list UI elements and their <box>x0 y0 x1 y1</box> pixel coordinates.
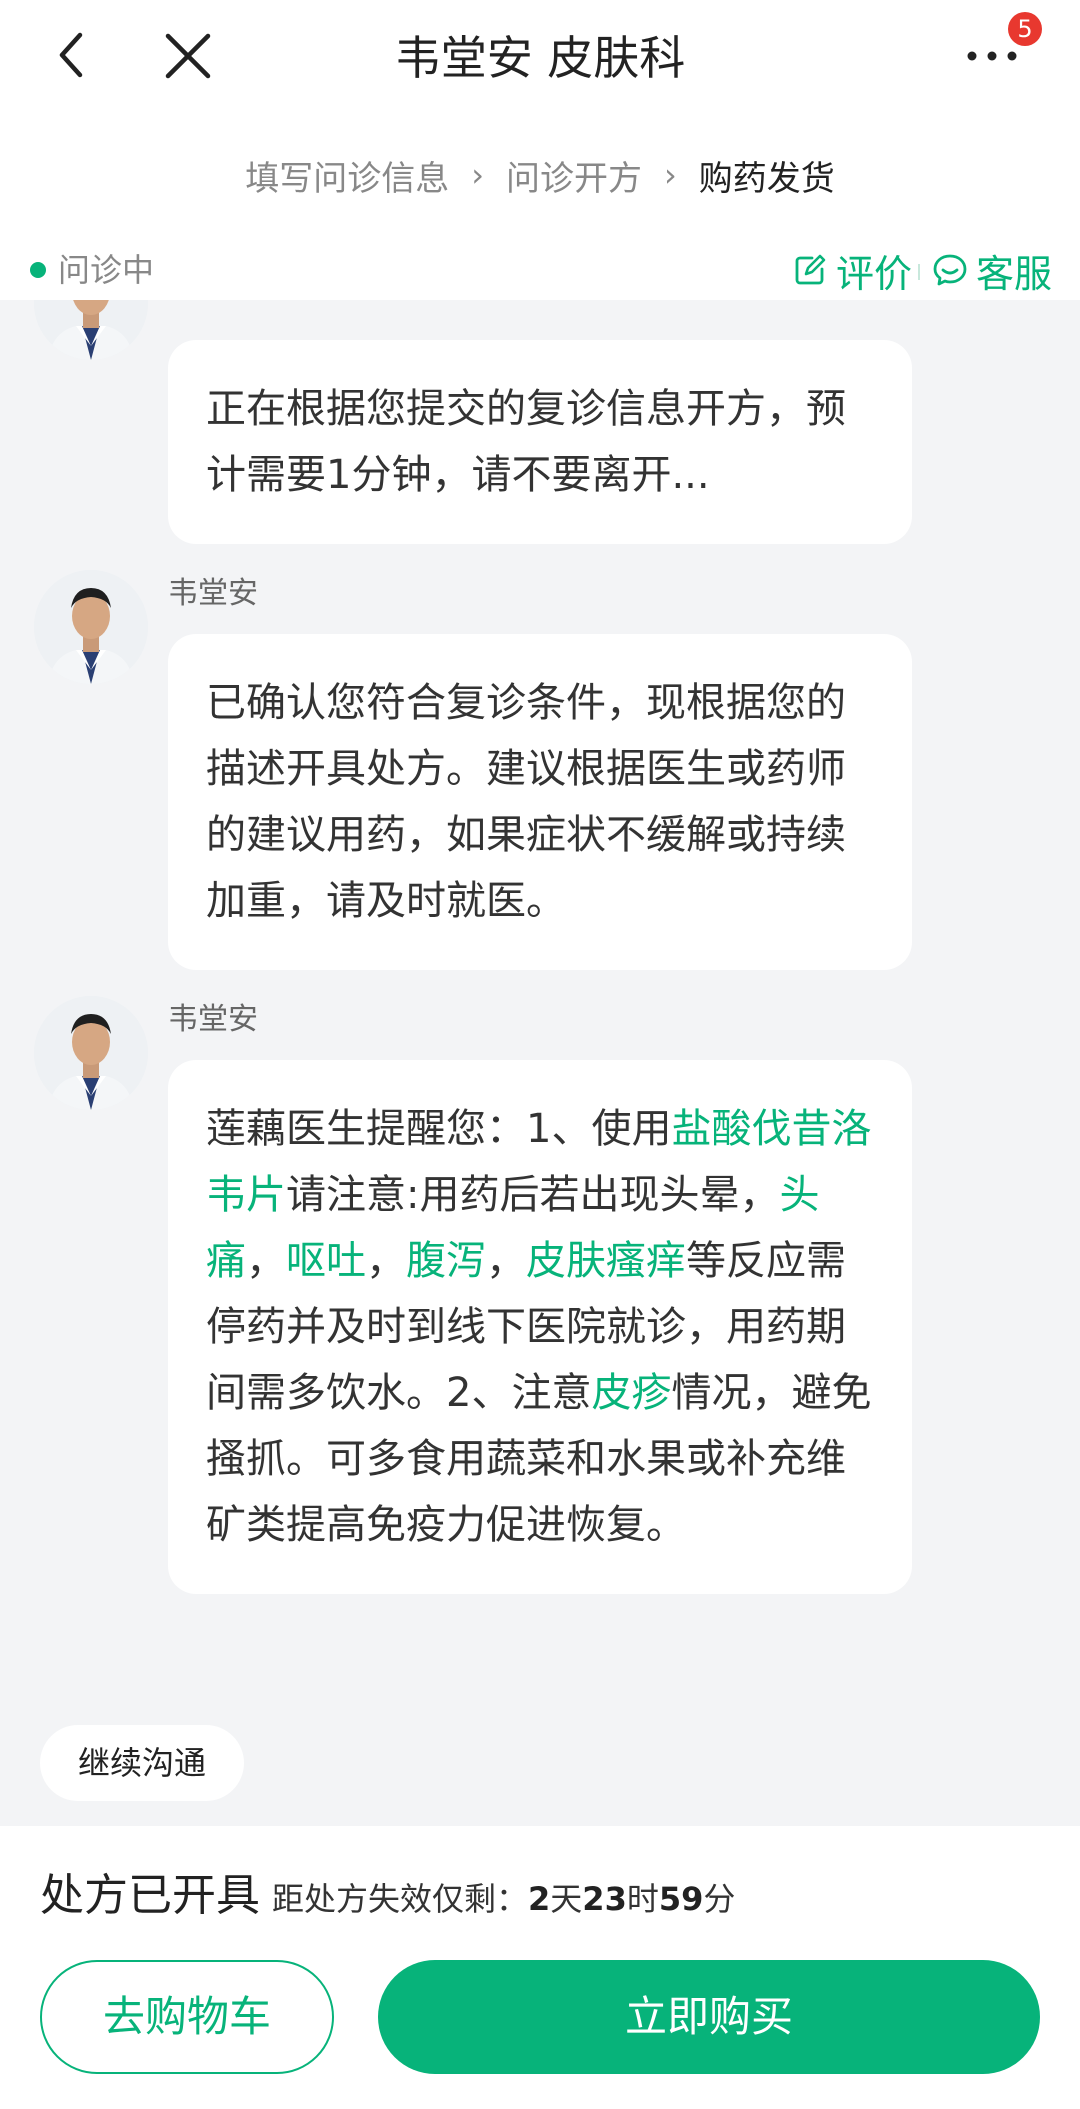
message-bubble: 正在根据您提交的复诊信息开方，预计需要1分钟，请不要离开... <box>168 340 912 544</box>
symptom-link[interactable]: 呕吐 <box>286 1238 366 1284</box>
divider <box>918 264 920 280</box>
countdown-hours: 23 <box>582 1880 627 1918</box>
sender-name: 韦堂安 <box>168 576 258 611</box>
doctor-portrait <box>34 570 148 684</box>
message-text: 莲藕医生提醒您：1、使用 <box>206 1106 672 1152</box>
message-text: 请注意:用药后若出现头晕， <box>286 1172 780 1218</box>
go-to-cart-button[interactable]: 去购物车 <box>40 1960 334 2074</box>
countdown-minutes-unit: 分 <box>703 1880 736 1918</box>
symptom-link[interactable]: 皮疹 <box>591 1370 671 1416</box>
evaluate-button[interactable]: 评价 <box>792 246 912 296</box>
service-label: 客服 <box>976 251 1053 296</box>
message-text: ， <box>366 1238 406 1284</box>
chat-bubble-icon <box>933 254 967 286</box>
doctor-avatar[interactable] <box>34 996 148 1110</box>
prescription-footer: 处方已开具 距处方失效仅剩：2天23时59分 去购物车 立即购买 <box>0 1826 1080 2109</box>
countdown-days-unit: 天 <box>550 1880 583 1918</box>
buy-now-button[interactable]: 立即购买 <box>378 1960 1040 2074</box>
evaluate-label: 评价 <box>836 251 913 296</box>
symptom-link[interactable]: 腹泻 <box>406 1238 486 1284</box>
message-text: 正在根据您提交的复诊信息开方，预计需要1分钟，请不要离开... <box>206 386 846 498</box>
doctor-avatar[interactable] <box>34 300 148 360</box>
expiry-countdown: 距处方失效仅剩：2天23时59分 <box>272 1874 735 1924</box>
prescription-title: 处方已开具 <box>40 1870 260 1921</box>
doctor-avatar[interactable] <box>34 570 148 684</box>
step-fill-info: 填写问诊信息 <box>245 158 450 199</box>
countdown-prefix: 距处方失效仅剩： <box>272 1880 529 1918</box>
customer-service-button[interactable]: 客服 <box>932 246 1052 296</box>
step-prescribe: 问诊开方 <box>506 158 642 199</box>
message-bubble: 已确认您符合复诊条件，现根据您的描述开具处方。建议根据医生或药师的建议用药，如果… <box>168 634 912 970</box>
notification-badge: 5 <box>1008 12 1042 46</box>
step-ship: 购药发货 <box>698 158 835 199</box>
message-text: ， <box>486 1238 526 1284</box>
chevron-right-icon: › <box>471 156 484 194</box>
page-title: 韦堂安 皮肤科 <box>394 31 686 85</box>
doctor-portrait <box>34 300 148 360</box>
navigation-bar: 韦堂安 皮肤科 5 <box>0 0 1080 115</box>
progress-steps: 填写问诊信息 › 问诊开方 › 购药发货 <box>0 145 1080 205</box>
continue-chat-button[interactable]: 继续沟通 <box>40 1725 244 1801</box>
message-bubble: 莲藕医生提醒您：1、使用盐酸伐昔洛韦片请注意:用药后若出现头晕，头痛，呕吐，腹泻… <box>168 1060 912 1594</box>
symptom-link[interactable]: 皮肤瘙痒 <box>526 1238 686 1284</box>
chevron-right-icon: › <box>664 156 677 194</box>
message-text: ， <box>246 1238 286 1284</box>
doctor-portrait <box>34 996 148 1110</box>
countdown-minutes: 59 <box>658 1880 704 1918</box>
countdown-hours-unit: 时 <box>626 1880 659 1918</box>
top-bar: 韦堂安 皮肤科 5 填写问诊信息 › 问诊开方 › 购药发货 问诊中 评价 客服 <box>0 0 1080 300</box>
consult-status: 问诊中 <box>58 251 155 289</box>
status-row: 问诊中 评价 客服 <box>0 240 1080 300</box>
countdown-days: 2 <box>528 1880 551 1918</box>
message-text: 已确认您符合复诊条件，现根据您的描述开具处方。建议根据医生或药师的建议用药，如果… <box>206 680 846 924</box>
edit-icon <box>795 254 826 285</box>
status-dot-icon <box>30 262 46 278</box>
chat-area[interactable]: 正在根据您提交的复诊信息开方，预计需要1分钟，请不要离开... 韦堂安 已确认您… <box>0 300 1080 1820</box>
sender-name: 韦堂安 <box>168 1002 258 1037</box>
